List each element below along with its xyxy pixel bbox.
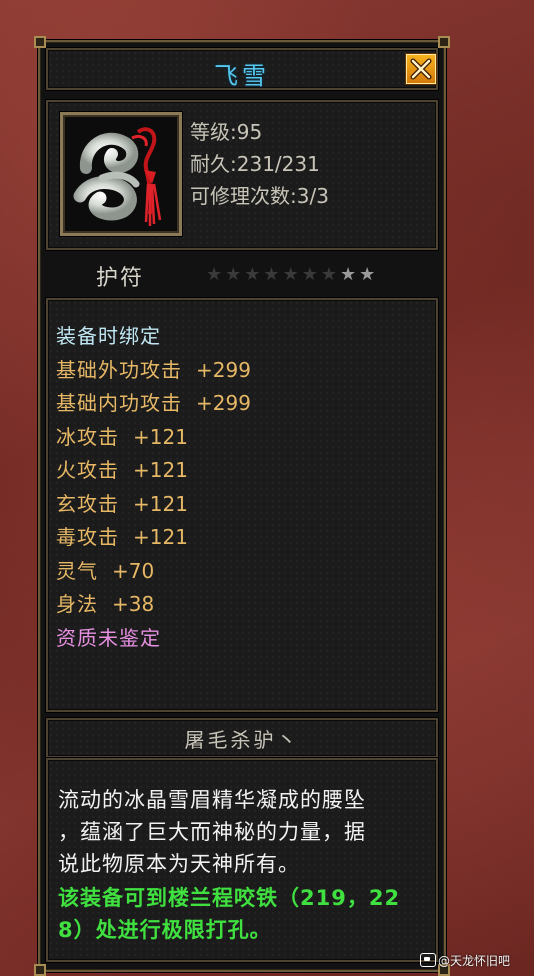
description-frame: 流动的冰晶雪眉精华凝成的腰坠 ，蕴涵了巨大而神秘的力量，据 说此物原本为天神所有… [46, 758, 438, 962]
attribute-list: 装备时绑定 基础外功攻击 +299 基础内功攻击 +299 冰攻击 +121 火攻击 +121 玄… [46, 298, 438, 712]
hint-line: 该装备可到楼兰程咬铁（219，22 [58, 886, 401, 910]
level-stat: 等级:95 [190, 116, 262, 145]
repair-stat: 可修理次数:3/3 [190, 180, 329, 209]
description-line: 说此物原本为天神所有。 [58, 852, 300, 876]
star-icon: ★ [263, 264, 280, 285]
frame-corner [34, 964, 46, 976]
watermark-logo-icon [420, 953, 436, 967]
attribute-value: +70 [112, 558, 155, 583]
star-icon: ★ [339, 264, 357, 285]
title-bar: 飞雪 [46, 48, 438, 90]
star-icon: ★ [206, 264, 223, 285]
star-icon: ★ [282, 264, 299, 285]
star-icon: ★ [225, 264, 242, 285]
attribute-name: 身法 [56, 592, 98, 616]
item-icon-slot[interactable] [60, 112, 182, 236]
frame-corner [34, 36, 46, 48]
attribute-name: 基础外功攻击 [56, 357, 182, 382]
attribute-row: 基础外功攻击 +299 [56, 354, 251, 383]
attribute-name: 装备时绑定 [56, 324, 161, 348]
attribute-value: +38 [112, 592, 155, 616]
attribute-value: +299 [196, 357, 251, 382]
hint-line: 8）处进行极限打孔。 [58, 918, 272, 942]
attribute-value: +121 [133, 525, 188, 549]
star-rating: ★ ★ ★ ★ ★ ★ ★ ★ ★ [206, 264, 378, 285]
durability-label: 耐久: [190, 152, 237, 176]
category-label: 护符 [96, 266, 145, 291]
repair-value: 3/3 [296, 184, 329, 208]
attribute-row: 灵气 +70 [56, 555, 154, 584]
attribute-value: +299 [196, 391, 251, 415]
owner-bar: 屠毛杀驴丶 [46, 718, 438, 758]
attribute-row: 毒攻击 +121 [56, 521, 188, 550]
durability-value: 231/231 [236, 152, 320, 176]
description-line: 流动的冰晶雪眉精华凝成的腰坠 [58, 788, 366, 812]
star-icon: ★ [301, 264, 318, 285]
attribute-name: 资质未鉴定 [56, 625, 161, 650]
owner-name: 屠毛杀驴丶 [184, 728, 300, 752]
attribute-name: 冰攻击 [56, 424, 119, 449]
description-line: ，蕴涵了巨大而神秘的力量，据 [58, 820, 366, 844]
attribute-row: 资质未鉴定 [56, 622, 161, 651]
item-info-frame: 等级:95 耐久:231/231 可修理次数:3/3 [46, 100, 438, 250]
repair-label: 可修理次数: [190, 184, 297, 208]
attribute-name: 玄攻击 [56, 491, 119, 516]
attribute-name: 毒攻击 [56, 525, 119, 549]
durability-stat: 耐久:231/231 [190, 148, 320, 177]
frame-corner [438, 36, 450, 48]
level-value: 95 [236, 120, 263, 144]
watermark: @天龙怀旧吧 [420, 952, 510, 969]
item-tooltip-panel: 飞雪 等级:95 耐久:231/231 可修理次数:3/3 护符 ★ ★ ★ ★… [34, 36, 450, 976]
attribute-row: 装备时绑定 [56, 320, 161, 349]
category-row: 护符 ★ ★ ★ ★ ★ ★ ★ ★ ★ [46, 256, 434, 294]
level-label: 等级: [190, 120, 237, 144]
attribute-name: 火攻击 [56, 458, 119, 482]
attribute-row: 冰攻击 +121 [56, 421, 188, 450]
close-button[interactable] [406, 54, 436, 84]
attribute-row: 火攻击 +121 [56, 454, 188, 483]
star-icon: ★ [320, 264, 337, 285]
attribute-row: 基础内功攻击 +299 [56, 387, 251, 416]
attribute-name: 基础内功攻击 [56, 391, 182, 415]
item-title: 飞雪 [214, 62, 270, 90]
attribute-row: 身法 +38 [56, 588, 154, 617]
attribute-row: 玄攻击 +121 [56, 488, 188, 517]
jade-pendant-icon [73, 127, 162, 226]
star-icon: ★ [244, 264, 261, 285]
star-icon: ★ [359, 264, 376, 285]
attribute-value: +121 [133, 458, 188, 482]
attribute-value: +121 [133, 424, 188, 449]
attribute-name: 灵气 [56, 558, 98, 583]
attribute-value: +121 [133, 491, 188, 516]
watermark-text: @天龙怀旧吧 [438, 954, 511, 968]
